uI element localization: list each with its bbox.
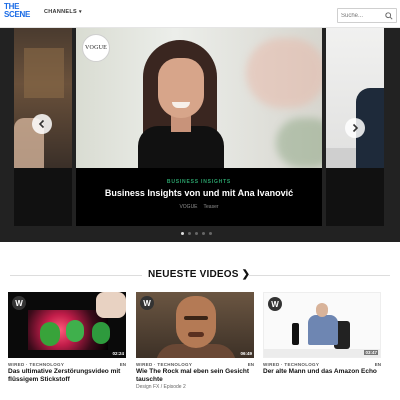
video-kicker[interactable]: WIRED · TECHNOLOGY [136, 362, 192, 367]
carousel-prev-button[interactable] [32, 114, 52, 134]
video-duration: 03:47 [364, 350, 378, 355]
video-language: EN [374, 362, 381, 367]
video-duration: 02:24 [112, 351, 124, 356]
divider [248, 275, 390, 276]
chevron-left-icon [38, 119, 45, 129]
video-language: EN [247, 362, 254, 367]
carousel-dot[interactable] [202, 232, 205, 235]
thumbnail-art [66, 320, 84, 342]
video-card[interactable]: W 06:49 WIRED · TECHNOLOGY EN Wie The Ro… [136, 292, 254, 400]
hero-carousel: VOGUE BUSINESS INSIGHTS Business Insight… [0, 28, 400, 242]
thumbnail-art [292, 323, 299, 345]
video-card[interactable]: W 03:47 WIRED · TECHNOLOGY EN Der alte M… [263, 292, 381, 400]
video-list: W 02:24 WIRED · TECHNOLOGY EN Das ultima… [0, 292, 400, 400]
video-thumbnail[interactable]: W 03:47 [263, 292, 381, 358]
top-navigation-bar: THE SCENE CHANNELS ▾ [0, 0, 400, 28]
thumbnail-art [184, 316, 208, 320]
thumbnail-art [40, 322, 60, 346]
thumbnail-art [264, 349, 380, 357]
wired-logo-icon: W [12, 296, 26, 310]
background-bokeh [276, 118, 322, 168]
portrait-top [138, 126, 224, 168]
background-bokeh [246, 38, 322, 108]
video-kicker[interactable]: WIRED · TECHNOLOGY [263, 362, 319, 367]
video-card[interactable]: W 02:24 WIRED · TECHNOLOGY EN Das ultima… [8, 292, 126, 400]
section-title-label: NEUESTE VIDEOS [148, 269, 239, 280]
vogue-channel-badge: VOGUE [82, 34, 110, 62]
carousel-slide-active[interactable]: VOGUE BUSINESS INSIGHTS Business Insight… [76, 28, 322, 226]
channels-label: CHANNELS [44, 9, 77, 15]
divider [10, 275, 142, 276]
slide-image-detail [24, 48, 64, 98]
search-input[interactable] [341, 11, 385, 21]
hero-channel[interactable]: VOGUE [179, 204, 197, 210]
wired-logo-icon: W [140, 296, 154, 310]
search-box[interactable] [337, 8, 397, 23]
hero-title[interactable]: Business Insights von und mit Ana Ivanov… [76, 188, 322, 198]
video-language: EN [119, 362, 126, 367]
latest-videos-title[interactable]: NEUESTE VIDEOS ❯ [148, 269, 250, 280]
carousel-dot[interactable] [181, 232, 184, 235]
carousel-pagination [181, 232, 212, 235]
wired-logo-icon: W [268, 297, 282, 311]
slide-caption-area [14, 168, 72, 226]
the-scene-logo[interactable]: THE SCENE [4, 3, 30, 23]
carousel-dot[interactable] [209, 232, 212, 235]
hero-image: VOGUE [76, 28, 322, 168]
chevron-down-icon: ▾ [78, 9, 82, 15]
video-title[interactable]: Der alte Mann und das Amazon Echo [263, 368, 381, 376]
hero-eyebrow: BUSINESS INSIGHTS [166, 179, 232, 185]
hero-meta-right: Teaser [203, 204, 219, 210]
chevron-right-icon [352, 123, 359, 133]
carousel-dot[interactable] [188, 232, 191, 235]
video-kicker[interactable]: WIRED · TECHNOLOGY [8, 362, 64, 367]
portrait-face [158, 58, 204, 118]
thumbnail-art [92, 322, 110, 344]
carousel-dot[interactable] [195, 232, 198, 235]
hero-meta: VOGUE Teaser [76, 204, 322, 210]
thumbnail-art [308, 315, 338, 345]
channels-dropdown[interactable]: CHANNELS ▾ [44, 9, 82, 15]
video-thumbnail[interactable]: W 06:49 [136, 292, 254, 358]
video-subtitle: Design FX / Episode 2 [136, 384, 186, 390]
thumbnail-art [176, 296, 216, 348]
carousel-next-button[interactable] [345, 118, 365, 138]
video-title[interactable]: Wie The Rock mal eben sein Gesicht tausc… [136, 368, 254, 384]
video-title[interactable]: Das ultimative Zerstörungsvideo mit flüs… [8, 368, 126, 384]
video-duration: 06:49 [240, 351, 252, 356]
logo-line-2: SCENE [4, 10, 31, 19]
hero-caption: BUSINESS INSIGHTS Business Insights von … [76, 168, 322, 226]
latest-videos-header: NEUESTE VIDEOS ❯ [0, 268, 400, 282]
thumbnail-art [316, 303, 328, 317]
thumbnail-art [188, 332, 204, 337]
thumbnail-art [96, 292, 126, 318]
search-icon[interactable] [385, 12, 393, 20]
video-thumbnail[interactable]: W 02:24 [8, 292, 126, 358]
